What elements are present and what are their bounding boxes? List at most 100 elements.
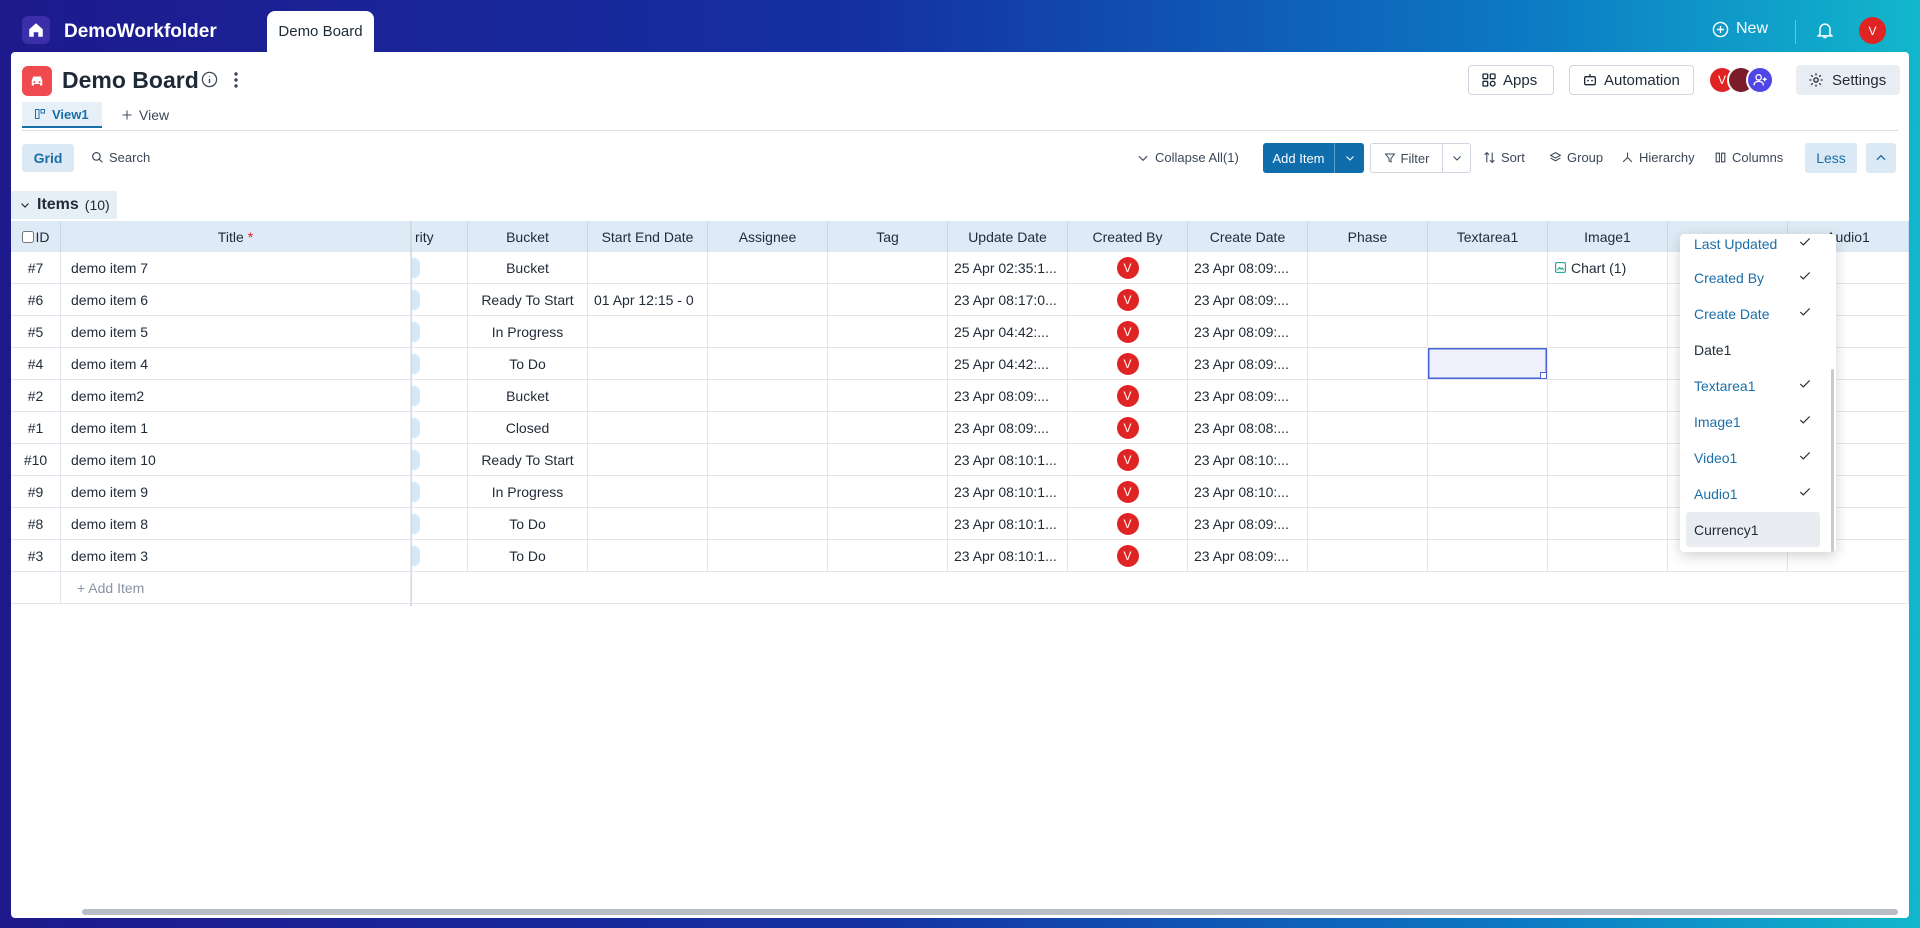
cell-textarea1[interactable] xyxy=(1428,412,1548,444)
cell-id[interactable]: #2 xyxy=(11,380,61,412)
cell-assignee[interactable] xyxy=(708,444,828,476)
columns-menu-item[interactable]: Video1 xyxy=(1686,440,1820,475)
cell-start-end-date[interactable] xyxy=(588,380,708,412)
cell-created-by[interactable]: V xyxy=(1068,540,1188,572)
cell-textarea1[interactable] xyxy=(1428,540,1548,572)
cell-update-date[interactable]: 23 Apr 08:10:1... xyxy=(948,476,1068,508)
cell-assignee[interactable] xyxy=(708,316,828,348)
info-button[interactable] xyxy=(201,71,218,91)
less-button[interactable]: Less xyxy=(1805,143,1857,173)
cell-id[interactable]: #5 xyxy=(11,316,61,348)
cell-title[interactable]: demo item 6 xyxy=(61,284,411,316)
home-button[interactable] xyxy=(22,16,50,44)
group-header-items[interactable]: Items (10) xyxy=(11,191,117,219)
cell-bucket[interactable]: Ready To Start xyxy=(468,444,588,476)
column-header-id[interactable]: ID xyxy=(11,221,61,252)
columns-menu-item[interactable]: Image1 xyxy=(1686,404,1820,439)
cell-bucket[interactable]: Bucket xyxy=(468,380,588,412)
cell-assignee[interactable] xyxy=(708,348,828,380)
cell-assignee[interactable] xyxy=(708,412,828,444)
columns-button[interactable]: Columns xyxy=(1714,150,1783,165)
cell-create-date[interactable]: 23 Apr 08:09:... xyxy=(1188,380,1308,412)
cell-image1[interactable]: Chart (1) xyxy=(1548,252,1668,284)
columns-menu-item[interactable]: Textarea1 xyxy=(1686,368,1820,403)
cell-id[interactable]: #7 xyxy=(11,252,61,284)
columns-menu-scrollbar[interactable] xyxy=(1831,369,1834,552)
cell-priority[interactable] xyxy=(412,252,468,284)
table-row[interactable]: #6 demo item 6 Ready To Start 01 Apr 12:15 … xyxy=(11,284,1909,316)
add-view-button[interactable]: View xyxy=(121,107,169,123)
cell-bucket[interactable]: To Do xyxy=(468,348,588,380)
cell-bucket[interactable]: Closed xyxy=(468,412,588,444)
cell-create-date[interactable]: 23 Apr 08:09:... xyxy=(1188,316,1308,348)
cell-id[interactable]: #3 xyxy=(11,540,61,572)
cell-priority[interactable] xyxy=(412,348,468,380)
column-header-textarea1[interactable]: Textarea1 xyxy=(1428,221,1548,252)
cell-assignee[interactable] xyxy=(708,252,828,284)
cell-textarea1[interactable] xyxy=(1428,380,1548,412)
cell-textarea1[interactable] xyxy=(1428,316,1548,348)
column-header-created-by[interactable]: Created By xyxy=(1068,221,1188,252)
settings-button[interactable]: Settings xyxy=(1796,65,1900,95)
columns-menu-item[interactable]: Last Updated xyxy=(1686,234,1820,261)
cell-created-by[interactable]: V xyxy=(1068,476,1188,508)
table-row[interactable]: #3 demo item 3 To Do 23 Apr 08:10:1... V 23 A… xyxy=(11,540,1909,572)
cell-image1[interactable] xyxy=(1548,540,1668,572)
cell-assignee[interactable] xyxy=(708,476,828,508)
cell-id[interactable]: #6 xyxy=(11,284,61,316)
filter-button[interactable]: Filter xyxy=(1370,143,1471,173)
cell-tag[interactable] xyxy=(828,476,948,508)
priority-badge[interactable] xyxy=(412,514,420,534)
column-header-update-date[interactable]: Update Date xyxy=(948,221,1068,252)
columns-menu-item[interactable]: Date1 xyxy=(1686,332,1820,367)
cell-id[interactable]: #10 xyxy=(11,444,61,476)
add-item-button[interactable]: Add Item xyxy=(1263,143,1364,173)
cell-phase[interactable] xyxy=(1308,412,1428,444)
priority-badge[interactable] xyxy=(412,546,420,566)
cell-phase[interactable] xyxy=(1308,444,1428,476)
cell-tag[interactable] xyxy=(828,380,948,412)
cell-id[interactable]: #4 xyxy=(11,348,61,380)
cell-priority[interactable] xyxy=(412,380,468,412)
table-row[interactable]: #2 demo item2 Bucket 23 Apr 08:09:... V 23 Ap… xyxy=(11,380,1909,412)
cell-image1[interactable] xyxy=(1548,412,1668,444)
cell-textarea1[interactable] xyxy=(1428,508,1548,540)
column-header-image1[interactable]: Image1 xyxy=(1548,221,1668,252)
cell-priority[interactable] xyxy=(412,284,468,316)
cell-id[interactable]: #8 xyxy=(11,508,61,540)
cell-start-end-date[interactable] xyxy=(588,540,708,572)
table-row[interactable]: #9 demo item 9 In Progress 23 Apr 08:10:1..… xyxy=(11,476,1909,508)
cell-start-end-date[interactable] xyxy=(588,508,708,540)
user-avatar[interactable]: V xyxy=(1859,17,1886,44)
add-item-inline-button[interactable]: + Add Item xyxy=(61,572,411,604)
column-header-create-date[interactable]: Create Date xyxy=(1188,221,1308,252)
search-button[interactable]: Search xyxy=(91,150,150,165)
column-header-start-end-date[interactable]: Start End Date xyxy=(588,221,708,252)
sort-button[interactable]: Sort xyxy=(1483,150,1525,165)
table-row[interactable]: #8 demo item 8 To Do 23 Apr 08:10:1... V 23 A… xyxy=(11,508,1909,540)
cell-create-date[interactable]: 23 Apr 08:09:... xyxy=(1188,252,1308,284)
cell-tag[interactable] xyxy=(828,284,948,316)
select-all-checkbox[interactable] xyxy=(21,230,34,243)
priority-badge[interactable] xyxy=(412,322,420,342)
cell-image1[interactable] xyxy=(1548,508,1668,540)
cell-update-date[interactable]: 25 Apr 04:42:... xyxy=(948,348,1068,380)
cell-phase[interactable] xyxy=(1308,316,1428,348)
cell-tag[interactable] xyxy=(828,412,948,444)
cell-bucket[interactable]: To Do xyxy=(468,540,588,572)
cell-bucket[interactable]: In Progress xyxy=(468,476,588,508)
column-header-bucket[interactable]: Bucket xyxy=(468,221,588,252)
cell-phase[interactable] xyxy=(1308,252,1428,284)
cell-tag[interactable] xyxy=(828,348,948,380)
cell-textarea1[interactable] xyxy=(1428,444,1548,476)
collapse-toolbar-button[interactable] xyxy=(1866,143,1896,173)
cell-assignee[interactable] xyxy=(708,540,828,572)
cell-image1[interactable] xyxy=(1548,476,1668,508)
cell-id[interactable]: #1 xyxy=(11,412,61,444)
cell-start-end-date[interactable] xyxy=(588,412,708,444)
cell-textarea1[interactable] xyxy=(1428,284,1548,316)
image-attachment-link[interactable]: Chart (1) xyxy=(1571,260,1626,276)
priority-badge[interactable] xyxy=(412,290,420,310)
cell-update-date[interactable]: 25 Apr 02:35:1... xyxy=(948,252,1068,284)
priority-badge[interactable] xyxy=(412,258,420,278)
